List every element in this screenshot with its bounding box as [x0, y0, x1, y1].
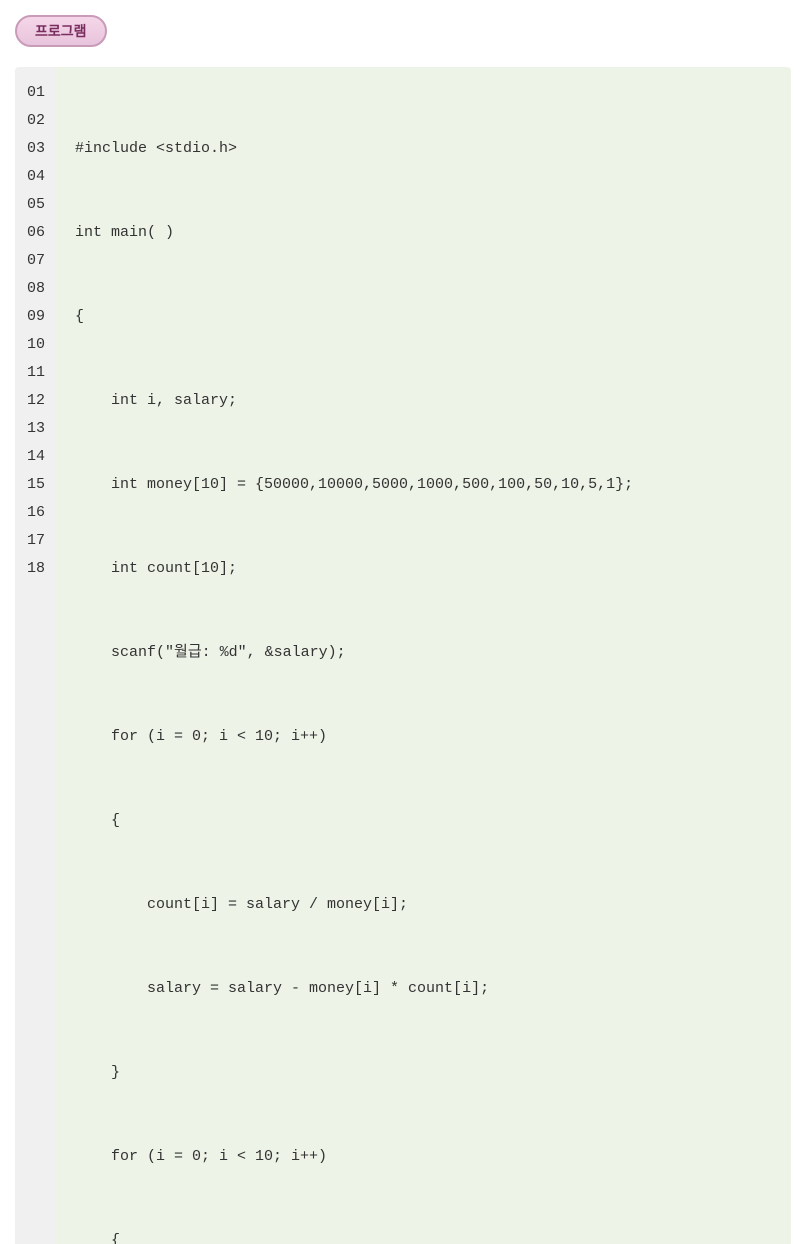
code-line: salary = salary - money[i] * count[i]; — [75, 975, 771, 1003]
line-number: 08 — [25, 275, 45, 303]
line-number: 15 — [25, 471, 45, 499]
code-body: #include <stdio.h> int main( ) { int i, … — [55, 67, 791, 1244]
code-line: { — [75, 1227, 771, 1244]
code-line: { — [75, 807, 771, 835]
code-line: int count[10]; — [75, 555, 771, 583]
line-number: 14 — [25, 443, 45, 471]
badge-label: 프로그램 — [35, 23, 87, 39]
code-line: { — [75, 303, 771, 331]
line-number: 01 — [25, 79, 45, 107]
line-number: 04 — [25, 163, 45, 191]
code-line: count[i] = salary / money[i]; — [75, 891, 771, 919]
line-number: 18 — [25, 555, 45, 583]
line-number: 07 — [25, 247, 45, 275]
code-line: int main( ) — [75, 219, 771, 247]
code-line: int i, salary; — [75, 387, 771, 415]
line-numbers-gutter: 01 02 03 04 05 06 07 08 09 10 11 12 13 1… — [15, 67, 55, 1244]
line-number: 13 — [25, 415, 45, 443]
code-container: 01 02 03 04 05 06 07 08 09 10 11 12 13 1… — [15, 67, 791, 1244]
code-line: for (i = 0; i < 10; i++) — [75, 1143, 771, 1171]
code-line: for (i = 0; i < 10; i++) — [75, 723, 771, 751]
line-number: 05 — [25, 191, 45, 219]
line-number: 02 — [25, 107, 45, 135]
line-number: 11 — [25, 359, 45, 387]
line-number: 03 — [25, 135, 45, 163]
line-number: 12 — [25, 387, 45, 415]
code-line: } — [75, 1059, 771, 1087]
line-number: 16 — [25, 499, 45, 527]
code-line: scanf("월급: %d", &salary); — [75, 639, 771, 667]
line-number: 06 — [25, 219, 45, 247]
code-line: #include <stdio.h> — [75, 135, 771, 163]
code-line: int money[10] = {50000,10000,5000,1000,5… — [75, 471, 771, 499]
program-badge: 프로그램 — [15, 15, 107, 47]
line-number: 17 — [25, 527, 45, 555]
line-number: 09 — [25, 303, 45, 331]
line-number: 10 — [25, 331, 45, 359]
